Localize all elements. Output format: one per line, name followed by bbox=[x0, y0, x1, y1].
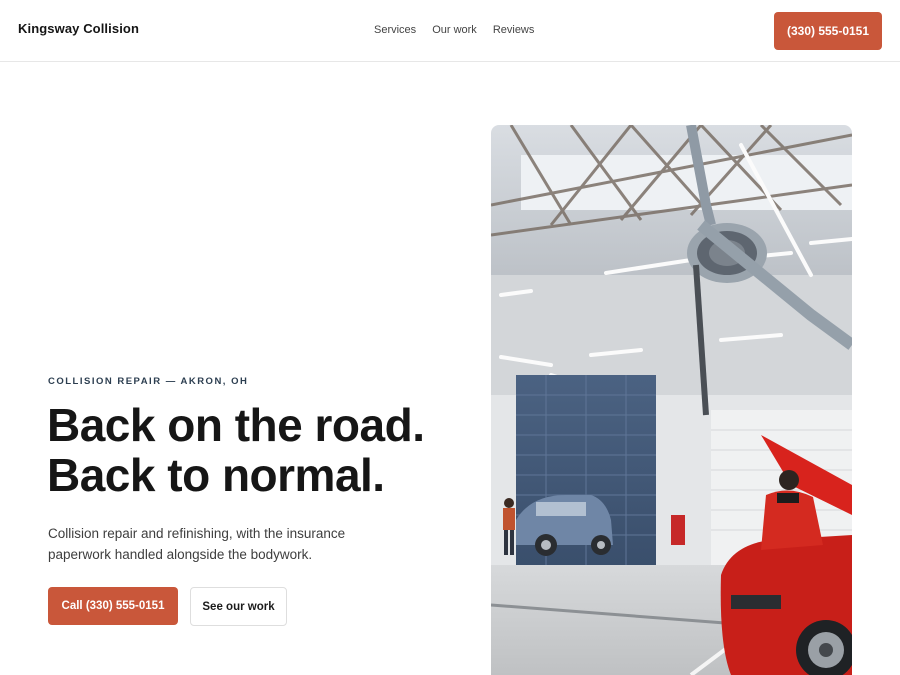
hero-eyebrow: COLLISION REPAIR — AKRON, OH bbox=[48, 376, 249, 387]
header-phone-button[interactable]: (330) 555-0151 bbox=[774, 12, 882, 50]
call-button[interactable]: Call (330) 555-0151 bbox=[48, 587, 178, 625]
brand-logo[interactable]: Kingsway Collision bbox=[18, 21, 139, 36]
nav-link-services[interactable]: Services bbox=[374, 24, 416, 36]
nav-link-reviews[interactable]: Reviews bbox=[493, 24, 535, 36]
hero-headline-line-2: Back to normal. bbox=[47, 449, 385, 501]
nav-link-our-work[interactable]: Our work bbox=[432, 24, 477, 36]
hero-headline: Back on the road. Back to normal. bbox=[47, 399, 425, 501]
hero-image-garage bbox=[491, 125, 852, 675]
see-our-work-button[interactable]: See our work bbox=[190, 587, 287, 626]
main-nav: Services Our work Reviews bbox=[374, 24, 534, 36]
hero-subtext: Collision repair and refinishing, with t… bbox=[48, 526, 346, 562]
hero-headline-line-1: Back on the road. bbox=[47, 399, 425, 451]
garage-illustration bbox=[491, 125, 852, 675]
site-header: Kingsway Collision Services Our work Rev… bbox=[0, 0, 900, 62]
